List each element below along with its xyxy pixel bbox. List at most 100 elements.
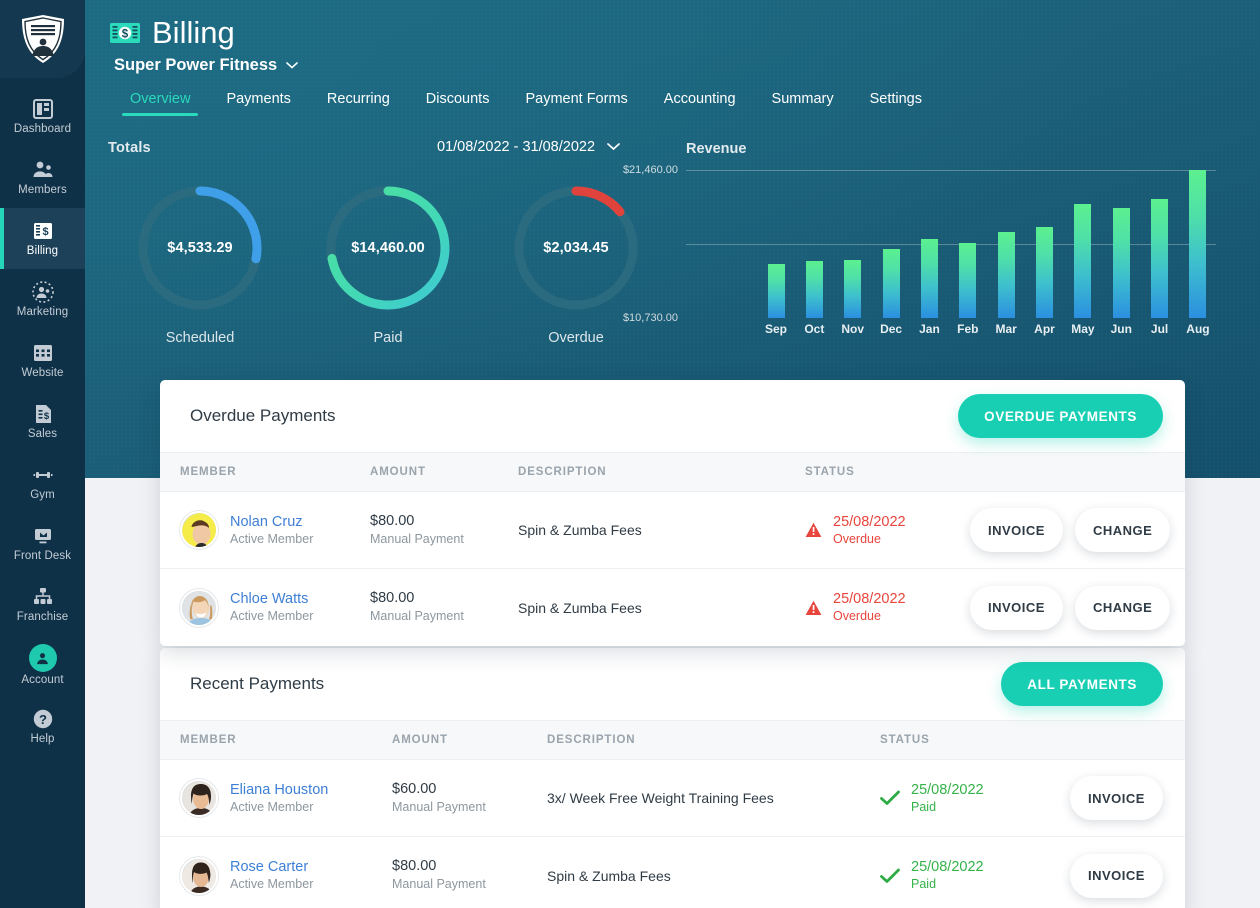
sidebar-item-front-desk[interactable]: Front Desk xyxy=(0,513,85,574)
row-description: Spin & Zumba Fees xyxy=(518,600,805,616)
bar-column xyxy=(835,170,871,318)
table-row[interactable]: Rose Carter Active Member $80.00 Manual … xyxy=(160,837,1185,908)
row-description: 3x/ Week Free Weight Training Fees xyxy=(547,790,880,806)
tab-summary[interactable]: Summary xyxy=(754,87,852,116)
tab-payment-forms[interactable]: Payment Forms xyxy=(507,87,645,116)
bar-column xyxy=(1065,170,1101,318)
avatar xyxy=(180,511,218,549)
account-icon xyxy=(29,644,57,672)
bar-column xyxy=(1027,170,1063,318)
overdue-payments-button[interactable]: OVERDUE PAYMENTS xyxy=(958,394,1163,438)
app-logo[interactable] xyxy=(0,0,85,78)
sidebar-item-label: Dashboard xyxy=(14,124,71,136)
member-name[interactable]: Eliana Houston xyxy=(230,781,328,799)
row-member: Rose Carter Active Member xyxy=(180,857,392,895)
sidebar-item-billing[interactable]: $ Billing xyxy=(0,208,85,269)
tab-label: Summary xyxy=(772,91,834,107)
recent-card-header: Recent Payments ALL PAYMENTS xyxy=(160,648,1185,720)
all-payments-button[interactable]: ALL PAYMENTS xyxy=(1001,662,1163,706)
row-status: 25/08/2022 Paid xyxy=(880,781,1070,816)
sidebar-item-website[interactable]: Website xyxy=(0,330,85,391)
bar[interactable] xyxy=(1036,227,1053,318)
donut-label: Paid xyxy=(318,330,458,346)
bar[interactable] xyxy=(921,239,938,318)
payment-method: Manual Payment xyxy=(392,799,547,817)
bar[interactable] xyxy=(768,264,785,318)
member-name[interactable]: Rose Carter xyxy=(230,858,313,876)
bar[interactable] xyxy=(959,243,976,318)
sidebar-item-sales[interactable]: $ Sales xyxy=(0,391,85,452)
status-text-block: 25/08/2022 Overdue xyxy=(833,513,906,548)
member-info: Eliana Houston Active Member xyxy=(230,781,328,815)
x-axis-tick-label: Dec xyxy=(873,322,909,336)
status-badge: Paid xyxy=(911,876,984,893)
chevron-down-icon xyxy=(286,62,298,69)
sidebar-item-dashboard[interactable]: Dashboard xyxy=(0,86,85,147)
bar[interactable] xyxy=(1113,208,1130,318)
table-row[interactable]: Chloe Watts Active Member $80.00 Manual … xyxy=(160,569,1185,646)
tab-label: Accounting xyxy=(664,91,736,107)
x-axis-tick-label: Jun xyxy=(1103,322,1139,336)
sidebar-item-members[interactable]: Members xyxy=(0,147,85,208)
column-header-amount: AMOUNT xyxy=(392,734,547,746)
bar[interactable] xyxy=(844,260,861,318)
card-title: Recent Payments xyxy=(190,674,324,694)
bar[interactable] xyxy=(883,249,900,318)
bar-column xyxy=(950,170,986,318)
bar[interactable] xyxy=(1074,204,1091,318)
x-axis-tick-label: Apr xyxy=(1027,322,1063,336)
bar[interactable] xyxy=(806,261,823,318)
y-axis-tick-label: $21,460.00 xyxy=(623,164,678,176)
sidebar-item-help[interactable]: ? Help xyxy=(0,696,85,757)
tab-label: Payments xyxy=(226,91,290,107)
row-amount: $60.00 Manual Payment xyxy=(392,780,547,816)
change-button[interactable]: CHANGE xyxy=(1075,508,1170,552)
invoice-button[interactable]: INVOICE xyxy=(970,586,1063,630)
table-row[interactable]: Nolan Cruz Active Member $80.00 Manual P… xyxy=(160,492,1185,569)
donut-value: $2,034.45 xyxy=(510,182,642,314)
payment-method: Manual Payment xyxy=(370,608,518,626)
date-range-selector[interactable]: 01/08/2022 - 31/08/2022 xyxy=(437,139,620,155)
donut-label: Scheduled xyxy=(130,330,270,346)
change-button[interactable]: CHANGE xyxy=(1075,586,1170,630)
donut-chart: $14,460.00 xyxy=(322,182,454,314)
sidebar-item-label: Billing xyxy=(27,246,58,258)
table-row[interactable]: Eliana Houston Active Member $60.00 Manu… xyxy=(160,760,1185,837)
member-status: Active Member xyxy=(230,799,328,815)
row-description: Spin & Zumba Fees xyxy=(518,522,805,538)
tab-overview[interactable]: Overview xyxy=(112,87,208,116)
tab-settings[interactable]: Settings xyxy=(852,87,940,116)
tab-label: Recurring xyxy=(327,91,390,107)
tab-discounts[interactable]: Discounts xyxy=(408,87,508,116)
invoice-button[interactable]: INVOICE xyxy=(970,508,1063,552)
bar[interactable] xyxy=(1189,170,1206,318)
overdue-table-header: MEMBER AMOUNT DESCRIPTION STATUS xyxy=(160,452,1185,492)
sales-icon: $ xyxy=(31,402,55,426)
bar-column xyxy=(1180,170,1216,318)
status-text-block: 25/08/2022 Overdue xyxy=(833,590,906,625)
tab-accounting[interactable]: Accounting xyxy=(646,87,754,116)
sidebar-item-marketing[interactable]: Marketing xyxy=(0,269,85,330)
member-name[interactable]: Chloe Watts xyxy=(230,590,313,608)
tab-recurring[interactable]: Recurring xyxy=(309,87,408,116)
invoice-button[interactable]: INVOICE xyxy=(1070,776,1163,820)
status-text-block: 25/08/2022 Paid xyxy=(911,781,984,816)
avatar xyxy=(180,857,218,895)
donut-paid: $14,460.00 Paid xyxy=(318,182,458,346)
page-title: Billing xyxy=(152,17,235,48)
bar-column xyxy=(1103,170,1139,318)
sidebar-item-account[interactable]: Account xyxy=(0,635,85,696)
donut-value: $14,460.00 xyxy=(322,182,454,314)
sidebar-item-label: Website xyxy=(21,368,63,380)
member-name[interactable]: Nolan Cruz xyxy=(230,513,313,531)
invoice-button[interactable]: INVOICE xyxy=(1070,854,1163,898)
franchise-icon xyxy=(31,585,55,609)
sidebar-item-franchise[interactable]: Franchise xyxy=(0,574,85,635)
status-date: 25/08/2022 xyxy=(911,858,984,876)
bar[interactable] xyxy=(1151,199,1168,318)
tab-payments[interactable]: Payments xyxy=(208,87,308,116)
bar[interactable] xyxy=(998,232,1015,318)
title-row: $ Billing xyxy=(110,0,1260,48)
org-selector[interactable]: Super Power Fitness xyxy=(114,56,1260,75)
sidebar-item-gym[interactable]: Gym xyxy=(0,452,85,513)
